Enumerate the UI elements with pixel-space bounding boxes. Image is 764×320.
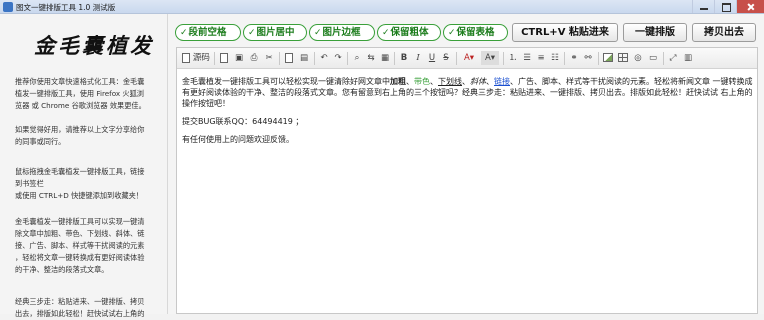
horizontal-rule-button[interactable]: ▭ — [647, 51, 659, 65]
new-doc-icon — [220, 52, 228, 63]
background-color-button[interactable]: A▾ — [481, 51, 499, 65]
underlined-text-sample: 下划线 — [438, 77, 462, 86]
link-text-sample[interactable]: 链接 — [494, 77, 510, 86]
maximize-editor-button[interactable]: ⤢ — [667, 51, 679, 65]
sidebar-paragraph: 鼠标拖拽金毛囊植发一键排版工具，链接 到书签栏 或使用 CTRL+D 快捷键添加… — [15, 167, 145, 200]
toolbar-divider — [663, 52, 664, 65]
select-all-button[interactable]: ▦ — [379, 51, 391, 65]
sidebar-paragraph: 金毛囊植发一键排版工具可以实现一键清 除文章中加粗、带色、下划线、斜体、链 接、… — [15, 217, 145, 274]
option-label: 图片居中 — [256, 27, 295, 38]
check-icon: ✓ — [180, 28, 188, 38]
toolbar-divider — [456, 52, 457, 65]
italic-text-sample: 斜体 — [470, 77, 486, 86]
preview-button[interactable]: ▣ — [233, 51, 245, 65]
window-controls — [692, 0, 764, 14]
check-icon: ✓ — [448, 28, 456, 38]
toolbar-divider — [503, 52, 504, 65]
unlink-button[interactable]: ⚯ — [582, 51, 594, 65]
find-button[interactable]: ⌕ — [351, 51, 363, 65]
ordered-list-button[interactable]: ⒈ — [507, 51, 519, 65]
rich-text-editor: 源码 ▣ ⎙ ✂ ▤ ↶ ↷ ⌕ ⇆ ▦ B I U S A▾ A▾ ⒈ ☰ ≡… — [176, 47, 758, 314]
option-keep-bold-toggle[interactable]: ✓保留粗体 — [377, 24, 441, 41]
print-button[interactable]: ⎙ — [248, 51, 260, 65]
redo-button[interactable]: ↷ — [332, 51, 344, 65]
insert-image-button[interactable] — [602, 51, 614, 65]
image-icon — [603, 53, 613, 62]
show-blocks-button[interactable]: ▥ — [682, 51, 694, 65]
toolbar-divider — [214, 52, 215, 65]
option-keep-table-toggle[interactable]: ✓保留表格 — [443, 24, 508, 41]
colored-text-sample: 带色 — [414, 77, 430, 86]
content-paragraph: 有任何使用上的问题欢迎反馈。 — [182, 135, 294, 144]
toolbar-divider — [347, 52, 348, 65]
bold-text-sample: 加粗 — [390, 77, 406, 86]
table-icon — [618, 53, 628, 62]
content-paragraph: 提交BUG联系QQ：64494419 ； — [182, 117, 304, 126]
cut-button[interactable]: ✂ — [263, 51, 275, 65]
minimize-button[interactable] — [692, 0, 714, 13]
maximize-button[interactable] — [714, 0, 736, 13]
option-indent-toggle[interactable]: ✓段前空格 — [175, 24, 241, 41]
toolbar-divider — [564, 52, 565, 65]
option-label: 保留粗体 — [390, 27, 429, 38]
toolbar-divider — [314, 52, 315, 65]
toolbar-divider — [279, 52, 280, 65]
replace-button[interactable]: ⇆ — [365, 51, 377, 65]
content-paragraph: 金毛囊植发一键排版工具可以轻松实现一键清除好网文章中加粗、带色、下划线、斜体、链… — [182, 77, 753, 108]
check-icon: ✓ — [248, 28, 256, 38]
sidebar-paragraph: 推荐你使用文章快速格式化工具：金毛囊 植发一键排版工具，使用 Firefox 火… — [15, 77, 146, 110]
paste-word-button[interactable]: ▤ — [298, 51, 310, 65]
toolbar-divider — [394, 52, 395, 65]
undo-button[interactable]: ↶ — [318, 51, 330, 65]
option-label: 段前空格 — [188, 27, 227, 38]
app-window: 图文一键排版工具 1.0 测试版 金毛囊植发 推荐你使用文章快速格式化工具：金毛… — [0, 0, 764, 318]
toolbar-divider — [598, 52, 599, 65]
new-doc-button[interactable] — [218, 51, 230, 65]
format-button[interactable]: 一键排版 — [623, 23, 687, 42]
sidebar: 金毛囊植发 推荐你使用文章快速格式化工具：金毛囊 植发一键排版工具，使用 Fir… — [0, 14, 168, 318]
paste-button[interactable]: CTRL+V 粘贴进来 — [512, 23, 618, 42]
logo: 金毛囊植发 — [34, 33, 154, 58]
option-image-border-toggle[interactable]: ✓图片边框 — [309, 24, 375, 41]
source-button[interactable]: 源码 — [181, 51, 211, 65]
close-button[interactable] — [736, 0, 764, 13]
bold-button[interactable]: B — [399, 51, 409, 65]
option-label: 保留表格 — [456, 27, 495, 38]
window-title: 图文一键排版工具 1.0 测试版 — [16, 3, 116, 12]
paste-text-icon — [285, 52, 293, 63]
editor-content[interactable]: 金毛囊植发一键排版工具可以轻松实现一键清除好网文章中加粗、带色、下划线、斜体、链… — [182, 76, 754, 152]
app-icon — [3, 2, 13, 12]
copy-button[interactable]: 拷贝出去 — [692, 23, 756, 42]
check-icon: ✓ — [314, 28, 322, 38]
check-icon: ✓ — [382, 28, 390, 38]
underline-button[interactable]: U — [427, 51, 437, 65]
source-icon — [182, 52, 191, 63]
title-bar[interactable]: 图文一键排版工具 1.0 测试版 — [0, 0, 764, 14]
option-label: 图片边框 — [322, 27, 361, 38]
editor-toolbar: 源码 ▣ ⎙ ✂ ▤ ↶ ↷ ⌕ ⇆ ▦ B I U S A▾ A▾ ⒈ ☰ ≡… — [177, 48, 757, 69]
font-color-button[interactable]: A▾ — [460, 51, 478, 65]
insert-table-button[interactable] — [617, 51, 629, 65]
strikethrough-button[interactable]: S — [441, 51, 451, 65]
insert-flash-button[interactable]: ◎ — [632, 51, 644, 65]
bullet-list-button[interactable]: ☰ — [521, 51, 533, 65]
sidebar-paragraph: 经典三步走：粘贴进来、一键排版、拷贝 出去，排版如此轻松！赶快试试右上角的 — [15, 297, 145, 318]
paste-text-button[interactable] — [283, 51, 295, 65]
align-left-button[interactable]: ≡ — [535, 51, 547, 65]
sidebar-paragraph: 如果觉得好用，请推荐以上文字分享给你 的同事或同行。 — [15, 125, 145, 146]
option-center-image-toggle[interactable]: ✓图片居中 — [243, 24, 307, 41]
link-button[interactable]: ⚭ — [568, 51, 580, 65]
italic-button[interactable]: I — [413, 51, 423, 65]
align-center-button[interactable]: ☷ — [549, 51, 561, 65]
